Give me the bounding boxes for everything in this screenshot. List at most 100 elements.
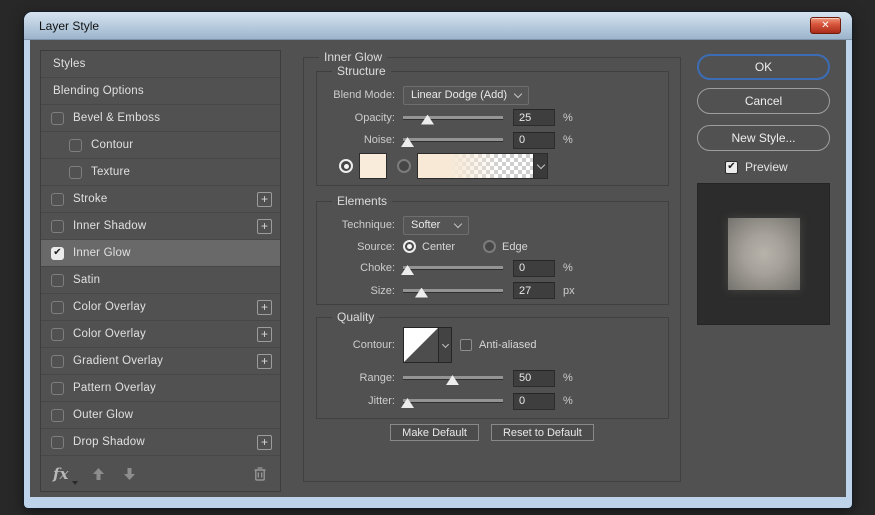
layer-style-dialog: Layer Style Styles Blending Options Beve… bbox=[24, 12, 852, 508]
sidebar-item-bevel-emboss[interactable]: Bevel & Emboss bbox=[41, 105, 280, 132]
sidebar-item-contour[interactable]: Contour bbox=[41, 132, 280, 159]
checkbox-icon[interactable] bbox=[69, 166, 82, 179]
jitter-slider[interactable] bbox=[403, 394, 503, 408]
close-icon[interactable] bbox=[810, 17, 841, 34]
reset-to-default-button[interactable]: Reset to Default bbox=[491, 424, 594, 441]
checkbox-icon[interactable] bbox=[51, 409, 64, 422]
titlebar[interactable]: Layer Style bbox=[24, 12, 852, 40]
move-effect-down-icon[interactable] bbox=[123, 467, 136, 481]
preview-toggle[interactable]: Preview bbox=[725, 160, 788, 174]
choke-input[interactable]: 0 bbox=[513, 260, 555, 277]
jitter-unit: % bbox=[563, 395, 573, 407]
checkbox-icon[interactable] bbox=[51, 436, 64, 449]
preview-checkbox-checked-icon[interactable] bbox=[725, 161, 738, 174]
chevron-down-icon bbox=[514, 89, 522, 97]
checkbox-icon[interactable] bbox=[51, 112, 64, 125]
checkbox-icon[interactable] bbox=[69, 139, 82, 152]
glow-color-row bbox=[323, 151, 668, 181]
preview-label: Preview bbox=[745, 160, 788, 174]
sidebar-item-stroke[interactable]: Stroke bbox=[41, 186, 280, 213]
contour-thumbnail[interactable] bbox=[403, 327, 439, 363]
solid-color-radio[interactable] bbox=[339, 159, 353, 173]
sidebar-item-satin[interactable]: Satin bbox=[41, 267, 280, 294]
source-edge-radio[interactable] bbox=[483, 240, 496, 253]
glow-color-swatch[interactable] bbox=[359, 153, 387, 179]
anti-aliased-checkbox[interactable] bbox=[460, 339, 472, 351]
blend-mode-row: Blend Mode: Linear Dodge (Add) bbox=[323, 84, 668, 106]
checkbox-checked-icon[interactable] bbox=[51, 247, 64, 260]
source-center-radio[interactable] bbox=[403, 240, 416, 253]
add-instance-icon[interactable] bbox=[257, 219, 272, 234]
size-input[interactable]: 27 bbox=[513, 282, 555, 299]
add-instance-icon[interactable] bbox=[257, 192, 272, 207]
contour-dropdown-button[interactable] bbox=[439, 327, 452, 363]
sidebar-item-drop-shadow[interactable]: Drop Shadow bbox=[41, 429, 280, 456]
delete-effect-icon[interactable] bbox=[252, 465, 268, 482]
contour-picker[interactable] bbox=[403, 327, 452, 363]
jitter-label: Jitter: bbox=[323, 395, 395, 407]
panel-title: Inner Glow bbox=[319, 51, 387, 64]
source-row: Source: Center Edge bbox=[323, 236, 668, 257]
jitter-input[interactable]: 0 bbox=[513, 393, 555, 410]
blend-mode-label: Blend Mode: bbox=[323, 89, 395, 101]
make-default-button[interactable]: Make Default bbox=[390, 424, 479, 441]
effect-preview-thumbnail bbox=[697, 183, 830, 325]
sidebar-item-outer-glow[interactable]: Outer Glow bbox=[41, 402, 280, 429]
checkbox-icon[interactable] bbox=[51, 220, 64, 233]
sidebar-item-label: Contour bbox=[91, 139, 133, 151]
sidebar-item-color-overlay-2[interactable]: Color Overlay bbox=[41, 321, 280, 348]
fx-icon[interactable]: fx bbox=[53, 465, 68, 483]
add-instance-icon[interactable] bbox=[257, 300, 272, 315]
sidebar-item-pattern-overlay[interactable]: Pattern Overlay bbox=[41, 375, 280, 402]
add-instance-icon[interactable] bbox=[257, 354, 272, 369]
opacity-label: Opacity: bbox=[323, 112, 395, 124]
sidebar-item-label: Color Overlay bbox=[73, 301, 146, 313]
new-style-button[interactable]: New Style... bbox=[697, 125, 830, 151]
sidebar-item-label: Texture bbox=[91, 166, 130, 178]
opacity-input[interactable]: 25 bbox=[513, 109, 555, 126]
choke-slider[interactable] bbox=[403, 261, 503, 275]
sidebar-item-blending-options[interactable]: Blending Options bbox=[41, 78, 280, 105]
range-input[interactable]: 50 bbox=[513, 370, 555, 387]
noise-slider[interactable] bbox=[403, 133, 503, 147]
sidebar-item-inner-shadow[interactable]: Inner Shadow bbox=[41, 213, 280, 240]
checkbox-icon[interactable] bbox=[51, 193, 64, 206]
structure-group: Structure Blend Mode: Linear Dodge (Add)… bbox=[316, 71, 669, 186]
slider-track bbox=[403, 138, 503, 141]
sidebar-item-label: Pattern Overlay bbox=[73, 382, 156, 394]
blend-mode-select[interactable]: Linear Dodge (Add) bbox=[403, 86, 529, 105]
sidebar-item-inner-glow[interactable]: Inner Glow bbox=[41, 240, 280, 267]
gradient-picker-button[interactable] bbox=[533, 153, 548, 179]
source-edge-label: Edge bbox=[502, 241, 528, 253]
range-slider[interactable] bbox=[403, 371, 503, 385]
cancel-button[interactable]: Cancel bbox=[697, 88, 830, 114]
sidebar-item-gradient-overlay[interactable]: Gradient Overlay bbox=[41, 348, 280, 375]
fx-menu-caret-icon[interactable] bbox=[72, 481, 78, 485]
move-effect-up-icon[interactable] bbox=[92, 467, 105, 481]
ok-button[interactable]: OK bbox=[697, 54, 830, 80]
gradient-radio[interactable] bbox=[397, 159, 411, 173]
add-instance-icon[interactable] bbox=[257, 435, 272, 450]
defaults-button-row: Make Default Reset to Default bbox=[304, 424, 680, 441]
opacity-slider[interactable] bbox=[403, 111, 503, 125]
checkbox-icon[interactable] bbox=[51, 328, 64, 341]
sidebar-item-label: Color Overlay bbox=[73, 328, 146, 340]
sidebar-item-styles[interactable]: Styles bbox=[41, 51, 280, 78]
slider-track bbox=[403, 116, 503, 119]
sidebar-item-texture[interactable]: Texture bbox=[41, 159, 280, 186]
screen: Layer Style Styles Blending Options Beve… bbox=[0, 0, 875, 515]
add-instance-icon[interactable] bbox=[257, 327, 272, 342]
sidebar-item-color-overlay-1[interactable]: Color Overlay bbox=[41, 294, 280, 321]
checkbox-icon[interactable] bbox=[51, 382, 64, 395]
technique-select[interactable]: Softer bbox=[403, 216, 469, 235]
opacity-unit: % bbox=[563, 112, 573, 124]
sidebar-item-label: Outer Glow bbox=[73, 409, 133, 421]
technique-row: Technique: Softer bbox=[323, 214, 668, 236]
checkbox-icon[interactable] bbox=[51, 274, 64, 287]
checkbox-icon[interactable] bbox=[51, 301, 64, 314]
gradient-preview[interactable] bbox=[417, 153, 533, 179]
size-unit: px bbox=[563, 285, 575, 297]
checkbox-icon[interactable] bbox=[51, 355, 64, 368]
noise-input[interactable]: 0 bbox=[513, 132, 555, 149]
size-slider[interactable] bbox=[403, 284, 503, 298]
